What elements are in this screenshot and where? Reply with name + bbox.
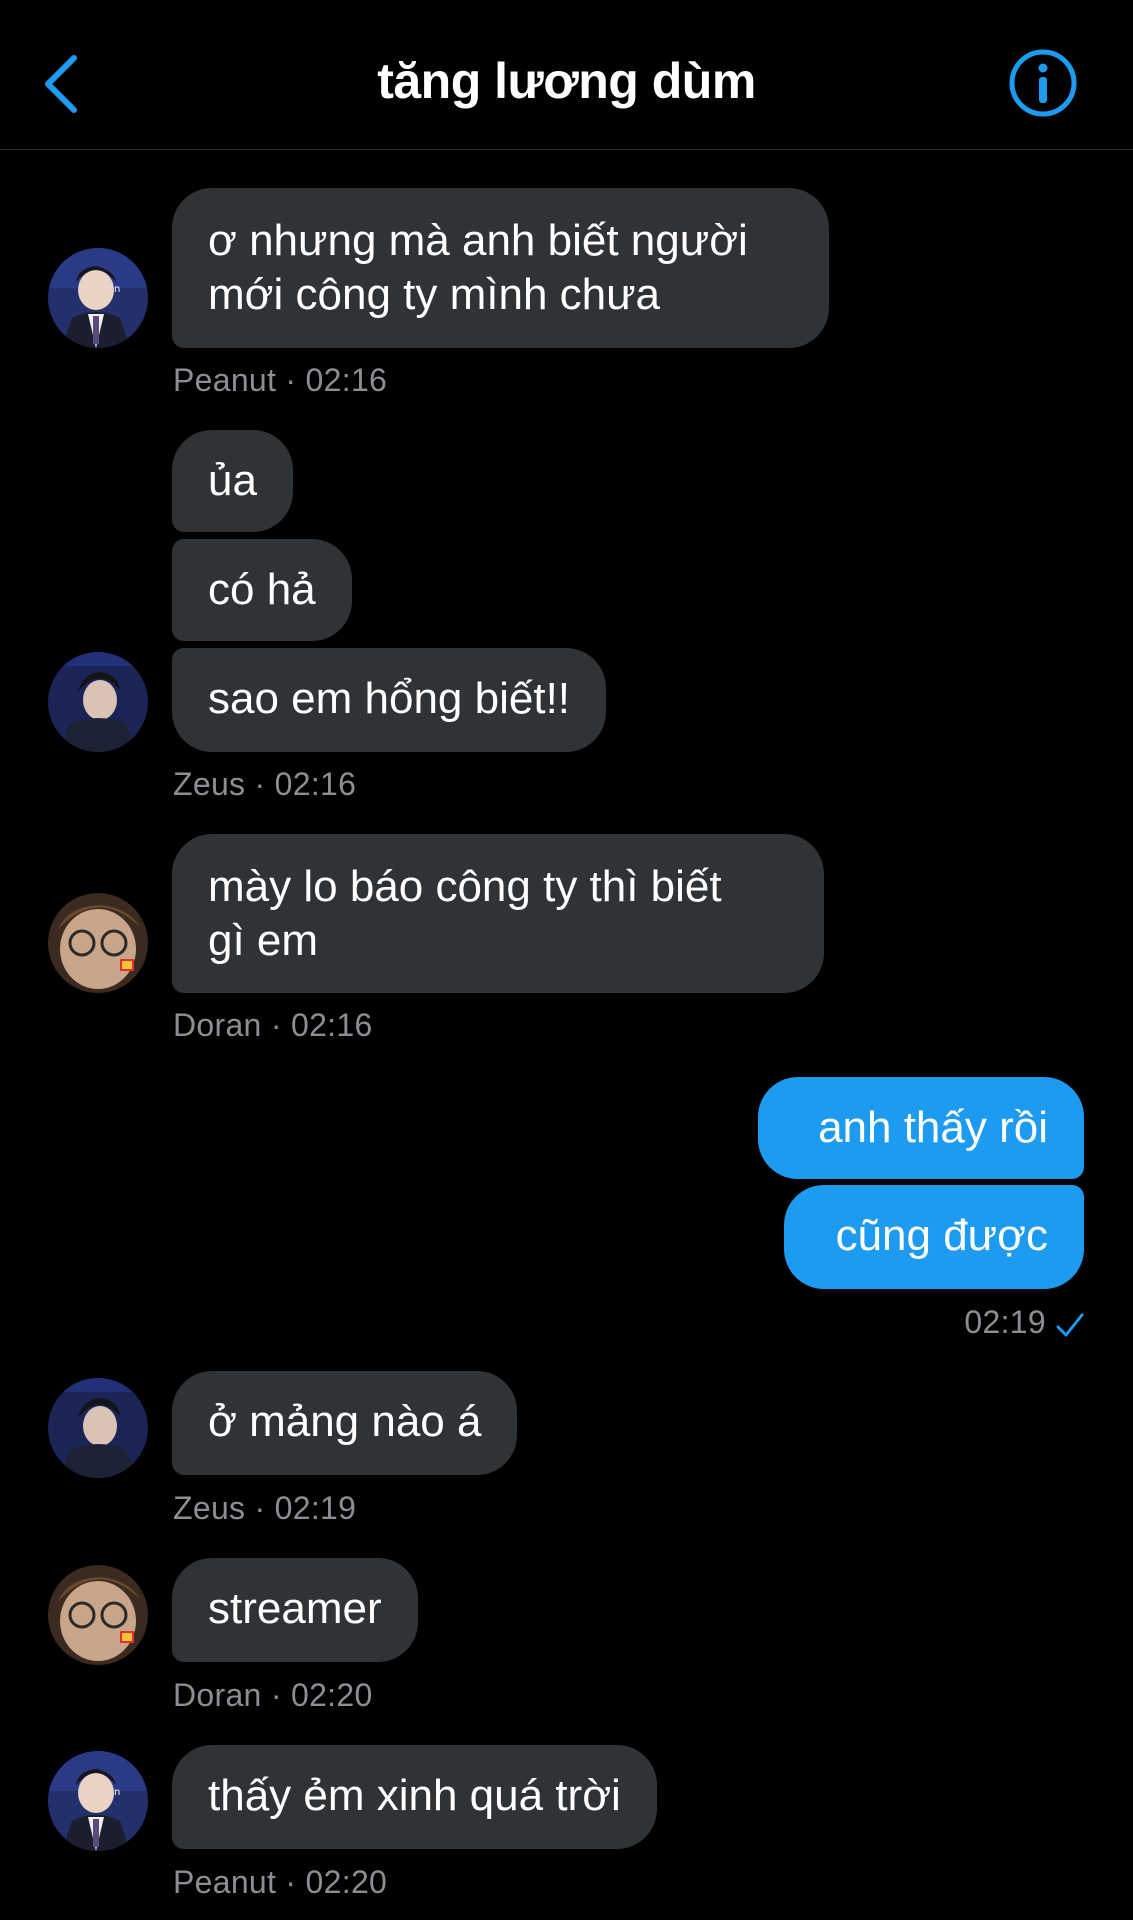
message-bubble[interactable]: ủa: [172, 430, 293, 532]
message-text: sao em hổng biết!!: [208, 674, 571, 723]
avatar-peanut[interactable]: n: [48, 248, 148, 348]
message-bubble[interactable]: có hả: [172, 539, 352, 641]
message-text: có hả: [208, 565, 316, 614]
message-text-line: mới công ty mình chưa: [208, 270, 661, 319]
message-text: cũng được: [835, 1211, 1048, 1260]
message-meta: Peanut · 02:16: [173, 362, 388, 398]
message-bubble[interactable]: ơ nhưng mà anh biết người mới công ty mì…: [172, 188, 829, 348]
message-meta: Zeus · 02:16: [173, 766, 357, 802]
message-bubble[interactable]: streamer: [172, 1558, 418, 1662]
svg-text:n: n: [114, 284, 120, 295]
message-text: streamer: [208, 1584, 382, 1633]
message-text: ủa: [208, 456, 257, 505]
info-button[interactable]: [1008, 48, 1078, 118]
message-text: anh thấy rồi: [818, 1103, 1048, 1152]
message-bubble[interactable]: mày lo báo công ty thì biết gì em: [172, 834, 824, 993]
message-bubble[interactable]: thấy ẻm xinh quá trời: [172, 1745, 657, 1849]
svg-text:n: n: [114, 1787, 120, 1798]
message-text-line: mày lo báo công ty thì biết: [208, 862, 722, 911]
message-bubble[interactable]: sao em hổng biết!!: [172, 648, 607, 752]
message-text-line: gì em: [208, 916, 319, 965]
avatar-doran[interactable]: [48, 893, 148, 993]
message-text: thấy ẻm xinh quá trời: [208, 1771, 621, 1820]
avatar-zeus[interactable]: [48, 652, 148, 752]
message-text: ở mảng nào á: [208, 1397, 482, 1446]
message-meta: Doran · 02:16: [173, 1007, 373, 1043]
conversation-header: tăng lương dùm: [0, 0, 1133, 150]
message-time: 02:19: [964, 1304, 1046, 1340]
avatar-doran[interactable]: [48, 1565, 148, 1665]
avatar-zeus[interactable]: [48, 1378, 148, 1478]
message-meta: Doran · 02:20: [173, 1677, 373, 1713]
message-text-line: ơ nhưng mà anh biết người: [208, 216, 748, 265]
message-meta-outgoing: 02:19: [900, 1304, 1084, 1341]
info-circle-icon: [1009, 49, 1077, 117]
message-bubble-outgoing[interactable]: anh thấy rồi: [758, 1077, 1084, 1179]
sent-check-icon: [1056, 1313, 1084, 1337]
avatar-peanut[interactable]: n: [48, 1751, 148, 1851]
message-meta: Peanut · 02:20: [173, 1864, 388, 1900]
conversation-title[interactable]: tăng lương dùm: [0, 52, 1133, 110]
message-bubble-outgoing[interactable]: cũng được: [784, 1185, 1084, 1289]
message-meta: Zeus · 02:19: [173, 1490, 357, 1526]
message-bubble[interactable]: ở mảng nào á: [172, 1371, 518, 1475]
